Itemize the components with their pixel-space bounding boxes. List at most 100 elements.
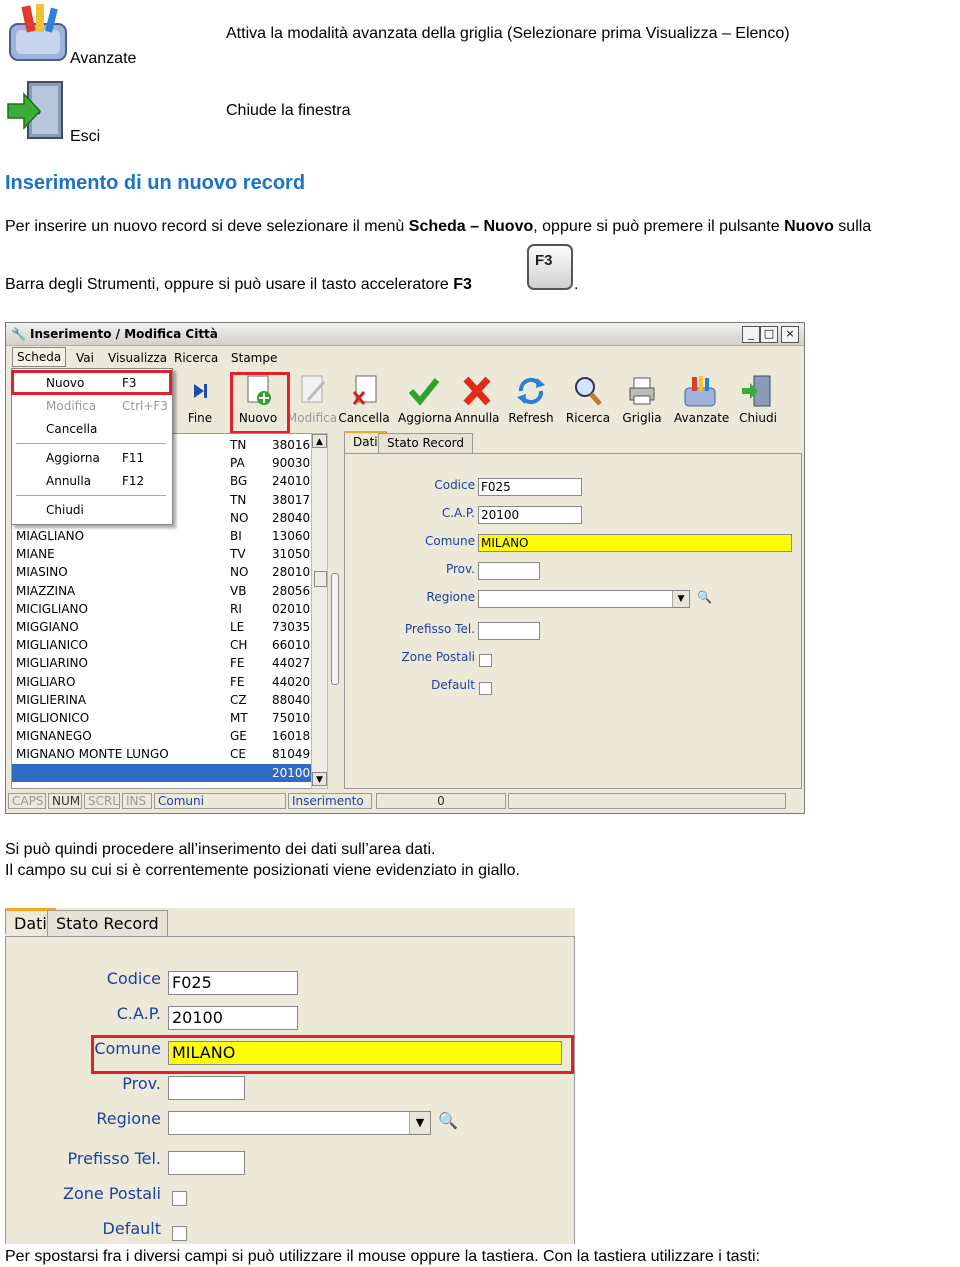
menu-stampe[interactable]: Stampe xyxy=(227,349,281,367)
toolbox-icon xyxy=(684,376,716,407)
scroll-down-icon[interactable]: ▼ xyxy=(312,772,327,786)
prefisso-field[interactable] xyxy=(478,622,540,640)
toolbar-aggiorna-button[interactable]: Aggiorna xyxy=(398,372,452,430)
para1-bold-menu: Scheda – Nuovo xyxy=(408,218,534,235)
default-checkbox[interactable] xyxy=(479,682,492,695)
chevron-down-icon[interactable]: ▼ xyxy=(409,1112,430,1134)
regione-select[interactable]: ▼ xyxy=(478,590,690,608)
toolbar-cancella-button[interactable]: Cancella xyxy=(338,372,390,430)
prov-field[interactable] xyxy=(478,562,540,580)
zone-postali-checkbox[interactable] xyxy=(479,654,492,667)
zone-postali-checkbox-zoom[interactable] xyxy=(172,1191,187,1206)
toolbar-griglia-button[interactable]: Griglia xyxy=(616,372,668,430)
table-row[interactable]: MIGLIARINO FE 44027 xyxy=(12,654,312,672)
status-table: Comuni xyxy=(154,793,286,809)
close-button[interactable]: × xyxy=(781,326,799,343)
city-name-cell: MIGLIARO xyxy=(16,674,76,689)
toolbar-annulla-button[interactable]: Annulla xyxy=(451,372,503,430)
dropdown-item-annulla[interactable]: Annulla F12 xyxy=(12,471,172,491)
wrench-icon: 🔧 xyxy=(11,327,26,341)
table-row[interactable]: MIGGIANO LE 73035 xyxy=(12,618,312,636)
status-bar: CAPS NUM SCRL INS Comuni Inserimento 0 xyxy=(6,791,804,811)
toolbar-avanzate-label: Avanzate xyxy=(674,411,730,425)
search-icon[interactable]: 🔍 xyxy=(697,590,712,604)
codice-field[interactable]: F025 xyxy=(478,478,582,496)
zone-postali-label: Zone Postali xyxy=(401,650,476,664)
nuovo-menu-highlight xyxy=(11,370,172,395)
minimize-button[interactable]: _ xyxy=(742,326,760,343)
default-checkbox-zoom[interactable] xyxy=(172,1226,187,1241)
toolbar-ricerca-label: Ricerca xyxy=(565,411,611,425)
maximize-button[interactable]: □ xyxy=(760,326,778,343)
table-row[interactable]: MIGNANEGO GE 16018 xyxy=(12,727,312,745)
esci-label: Esci xyxy=(70,128,101,145)
table-row[interactable]: MIGLIONICO MT 75010 xyxy=(12,709,312,727)
table-row[interactable]: MIGLIANICO CH 66010 xyxy=(12,636,312,654)
cap-cell: 73035 xyxy=(272,620,311,634)
toolbar-ricerca-button[interactable]: Ricerca xyxy=(562,372,614,430)
grid-scrollbar[interactable]: ▲ ▼ xyxy=(311,433,328,789)
table-row[interactable]: MIGLIERINA CZ 88040 xyxy=(12,691,312,709)
paragraph-3-line-2: Il campo su cui si è correntemente posiz… xyxy=(5,862,520,879)
exit-icon xyxy=(6,80,70,142)
splitter-handle[interactable] xyxy=(331,573,339,685)
dropdown-item-cancella[interactable]: Cancella xyxy=(12,419,172,439)
toolbar-chiudi-button[interactable]: Chiudi xyxy=(732,372,784,430)
toolbar-avanzate-button[interactable]: Avanzate xyxy=(674,372,730,430)
city-name-cell: MIGNANO MONTE LUNGO xyxy=(16,747,169,762)
dropdown-annulla-label: Annulla xyxy=(46,474,92,488)
dropdown-cancella-label: Cancella xyxy=(46,422,98,436)
toolbar-fine-label: Fine xyxy=(187,411,213,425)
status-num: NUM xyxy=(48,793,82,809)
cap-field[interactable]: 20100 xyxy=(478,506,582,524)
prov-cell: TN xyxy=(230,438,247,452)
table-row[interactable]: 20100 xyxy=(12,763,312,782)
toolbar-refresh-button[interactable]: Refresh xyxy=(505,372,557,430)
comune-field[interactable]: MILANO xyxy=(478,534,792,552)
regione-select-zoom[interactable]: ▼ xyxy=(168,1111,431,1135)
avanzate-description: Attiva la modalità avanzata della grigli… xyxy=(226,25,790,42)
chevron-down-icon[interactable]: ▼ xyxy=(672,591,689,607)
tab-stato-record-zoom[interactable]: Stato Record xyxy=(47,910,168,936)
dropdown-annulla-shortcut: F12 xyxy=(122,474,145,488)
cap-cell: 44027 xyxy=(272,656,311,671)
city-name-cell: MIGLIANICO xyxy=(16,638,88,653)
prov-cell: PA xyxy=(230,456,245,471)
table-row[interactable]: MIGNANO MONTE LUNGO CE 81049 xyxy=(12,745,312,763)
scroll-up-icon[interactable]: ▲ xyxy=(312,434,327,448)
cap-label: C.A.P. xyxy=(441,506,475,520)
cap-cell: 75010 xyxy=(272,711,311,725)
zone-postali-label-zoom: Zone Postali xyxy=(63,1184,161,1203)
dropdown-item-modifica[interactable]: Modifica Ctrl+F3 xyxy=(12,396,172,416)
panel-splitter[interactable] xyxy=(328,433,340,787)
cap-field-zoom[interactable]: 20100 xyxy=(168,1006,298,1030)
table-row[interactable]: MIAZZINA VB 28056 xyxy=(12,582,312,600)
city-name-cell: MIGGIANO xyxy=(16,620,79,634)
table-row[interactable]: MIANE TV 31050 xyxy=(12,545,312,563)
menu-scheda[interactable]: Scheda xyxy=(12,347,67,367)
city-name-cell: MIAGLIANO xyxy=(16,529,85,543)
prov-cell: CE xyxy=(230,747,246,762)
prefisso-field-zoom[interactable] xyxy=(168,1151,245,1175)
search-icon[interactable]: 🔍 xyxy=(438,1111,458,1130)
menu-ricerca[interactable]: Ricerca xyxy=(170,349,222,367)
menu-vai[interactable]: Vai xyxy=(72,349,98,367)
scroll-thumb[interactable] xyxy=(314,571,327,587)
menu-visualizza[interactable]: Visualizza xyxy=(104,349,171,367)
table-row[interactable]: MIASINO NO 28010 xyxy=(12,563,312,581)
section-title: Inserimento di un nuovo record xyxy=(5,172,306,194)
table-row[interactable]: MIAGLIANO BI 13060 xyxy=(12,527,312,545)
cap-cell: 38016 xyxy=(272,438,311,452)
table-row[interactable]: MIGLIARO FE 44020 xyxy=(12,673,312,691)
status-caps: CAPS xyxy=(8,793,46,809)
codice-field-zoom[interactable]: F025 xyxy=(168,971,298,995)
comune-label: Comune xyxy=(424,534,475,548)
toolbar-modifica-button[interactable]: Modifica xyxy=(286,372,338,430)
dropdown-item-chiudi[interactable]: Chiudi xyxy=(12,500,172,520)
paragraph-1: Per inserire un nuovo record si deve sel… xyxy=(5,218,871,236)
prov-field-zoom[interactable] xyxy=(168,1076,245,1100)
table-row[interactable]: MICIGLIANO RI 02010 xyxy=(12,600,312,618)
toolbar-fine-button[interactable]: Fine xyxy=(174,372,226,430)
prov-cell: BI xyxy=(230,529,242,543)
dropdown-item-aggiorna[interactable]: Aggiorna F11 xyxy=(12,448,172,468)
